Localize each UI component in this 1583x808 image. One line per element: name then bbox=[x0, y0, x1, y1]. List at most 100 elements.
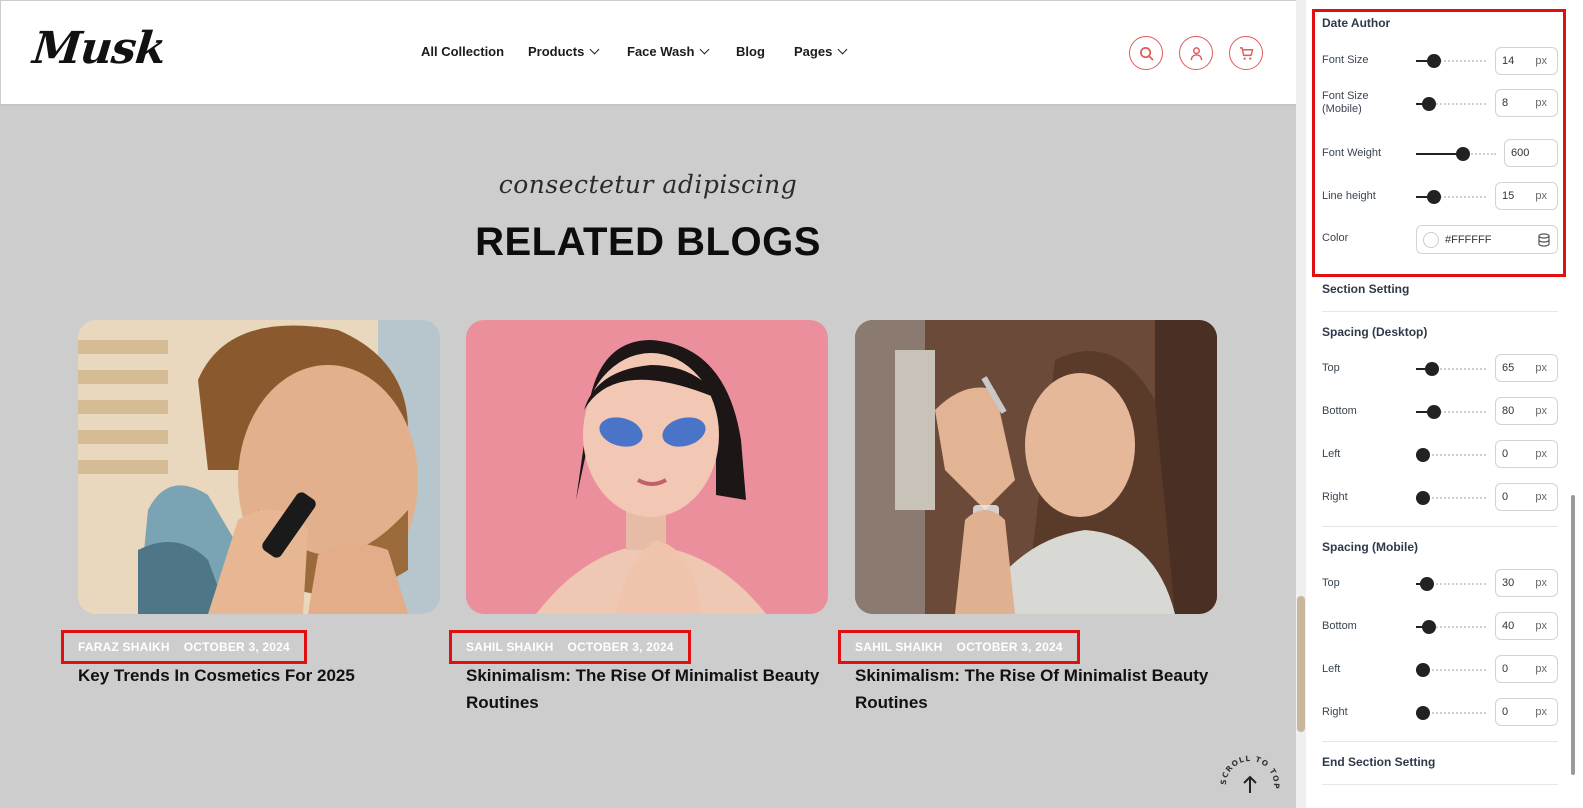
field-value: 0 bbox=[1502, 663, 1509, 675]
woman-serum-dropper-photo bbox=[855, 320, 1217, 614]
field-unit: px bbox=[1535, 706, 1547, 718]
field-value: 0 bbox=[1502, 448, 1509, 460]
blog-card-image[interactable] bbox=[78, 320, 440, 614]
site-preview: Musk All Collection Products Face Wash B… bbox=[0, 0, 1296, 808]
field-value: 80 bbox=[1502, 405, 1515, 417]
search-button[interactable] bbox=[1129, 36, 1163, 70]
nav-blog[interactable]: Blog bbox=[736, 44, 765, 59]
card-author: FARAZ SHAIKH bbox=[78, 640, 170, 654]
scrollbar-thumb[interactable] bbox=[1297, 596, 1305, 732]
slider-knob[interactable] bbox=[1420, 577, 1434, 591]
field-unit: px bbox=[1535, 448, 1547, 460]
scroll-to-top-button[interactable]: SCROLL TO TOP bbox=[1219, 754, 1280, 808]
font-size-mobile-slider[interactable] bbox=[1416, 97, 1486, 111]
field-unit: px bbox=[1535, 405, 1547, 417]
nav-face-wash[interactable]: Face Wash bbox=[627, 44, 710, 59]
field-unit: px bbox=[1535, 190, 1547, 202]
blog-card[interactable]: FARAZ SHAIKH OCTOBER 3, 2024 Key Trends … bbox=[61, 320, 440, 685]
slider-knob[interactable] bbox=[1456, 147, 1470, 161]
slider-knob[interactable] bbox=[1425, 362, 1439, 376]
mobile-bottom-label: Bottom bbox=[1322, 620, 1357, 632]
card-author: SAHIL SHAIKH bbox=[855, 640, 943, 654]
section-setting-title: Section Setting bbox=[1322, 282, 1410, 296]
blog-card-image[interactable] bbox=[466, 320, 828, 614]
mobile-top-input[interactable]: 30 px bbox=[1495, 569, 1558, 597]
mobile-right-input[interactable]: 0 px bbox=[1495, 698, 1558, 726]
font-weight-input[interactable]: 600 bbox=[1504, 139, 1558, 167]
font-size-mobile-label: Font Size (Mobile) bbox=[1322, 90, 1369, 115]
user-icon bbox=[1190, 46, 1202, 60]
color-hex-value: #FFFFFF bbox=[1445, 234, 1492, 246]
panel-scrollbar[interactable] bbox=[1571, 495, 1575, 775]
date-author-meta[interactable]: FARAZ SHAIKH OCTOBER 3, 2024 bbox=[61, 630, 307, 664]
blog-card-image[interactable] bbox=[855, 320, 1217, 614]
cart-icon bbox=[1239, 46, 1253, 60]
slider-knob[interactable] bbox=[1422, 620, 1436, 634]
mobile-left-slider[interactable] bbox=[1416, 663, 1486, 677]
blog-card[interactable]: SAHIL SHAIKH OCTOBER 3, 2024 Skinimalism… bbox=[838, 320, 1217, 712]
section-title: RELATED BLOGS bbox=[475, 220, 821, 264]
color-label: Color bbox=[1322, 232, 1349, 244]
mobile-top-slider[interactable] bbox=[1416, 577, 1486, 591]
field-value: 30 bbox=[1502, 577, 1515, 589]
field-unit: px bbox=[1535, 663, 1547, 675]
blog-card-title[interactable]: Skinimalism: The Rise Of Minimalist Beau… bbox=[855, 662, 1217, 716]
date-author-meta[interactable]: SAHIL SHAIKH OCTOBER 3, 2024 bbox=[449, 630, 691, 664]
mobile-left-input[interactable]: 0 px bbox=[1495, 655, 1558, 683]
slider-knob[interactable] bbox=[1416, 663, 1430, 677]
font-size-input[interactable]: 14 px bbox=[1495, 47, 1558, 75]
preview-scrollbar[interactable] bbox=[1296, 0, 1306, 808]
desktop-right-input[interactable]: 0 px bbox=[1495, 483, 1558, 511]
nav-products[interactable]: Products bbox=[528, 44, 600, 59]
desktop-left-slider[interactable] bbox=[1416, 448, 1486, 462]
cart-button[interactable] bbox=[1229, 36, 1263, 70]
nav-pages[interactable]: Pages bbox=[794, 44, 848, 59]
font-weight-slider[interactable] bbox=[1416, 147, 1496, 161]
desktop-left-input[interactable]: 0 px bbox=[1495, 440, 1558, 468]
arrow-up-icon bbox=[1243, 775, 1257, 793]
date-author-meta[interactable]: SAHIL SHAIKH OCTOBER 3, 2024 bbox=[838, 630, 1080, 664]
desktop-top-input[interactable]: 65 px bbox=[1495, 354, 1558, 382]
search-icon bbox=[1139, 46, 1153, 60]
desktop-right-slider[interactable] bbox=[1416, 491, 1486, 505]
desktop-bottom-slider[interactable] bbox=[1416, 405, 1486, 419]
chevron-down-icon bbox=[837, 44, 848, 55]
line-height-slider[interactable] bbox=[1416, 190, 1486, 204]
card-date: OCTOBER 3, 2024 bbox=[183, 640, 290, 654]
color-picker[interactable]: #FFFFFF bbox=[1416, 225, 1558, 254]
divider bbox=[1322, 526, 1558, 527]
desktop-top-slider[interactable] bbox=[1416, 362, 1486, 376]
slider-knob[interactable] bbox=[1416, 706, 1430, 720]
desktop-left-label: Left bbox=[1322, 448, 1341, 460]
font-size-slider[interactable] bbox=[1416, 54, 1486, 68]
nav-label: Blog bbox=[736, 44, 765, 59]
blog-card[interactable]: SAHIL SHAIKH OCTOBER 3, 2024 Skinimalism… bbox=[449, 320, 828, 712]
site-logo[interactable]: Musk bbox=[30, 23, 167, 74]
slider-knob[interactable] bbox=[1427, 190, 1441, 204]
blog-card-title[interactable]: Key Trends In Cosmetics For 2025 bbox=[78, 662, 440, 689]
line-height-input[interactable]: 15 px bbox=[1495, 182, 1558, 210]
slider-knob[interactable] bbox=[1427, 405, 1441, 419]
desktop-bottom-label: Bottom bbox=[1322, 405, 1357, 417]
slider-knob[interactable] bbox=[1427, 54, 1441, 68]
mobile-bottom-input[interactable]: 40 px bbox=[1495, 612, 1558, 640]
nav-all-collection[interactable]: All Collection bbox=[421, 44, 504, 59]
mobile-right-slider[interactable] bbox=[1416, 706, 1486, 720]
field-unit: px bbox=[1535, 97, 1547, 109]
global-color-icon[interactable] bbox=[1538, 233, 1550, 247]
field-value: 0 bbox=[1502, 706, 1509, 718]
slider-knob[interactable] bbox=[1416, 448, 1430, 462]
spacing-mobile-title: Spacing (Mobile) bbox=[1322, 540, 1418, 554]
font-size-mobile-input[interactable]: 8 px bbox=[1495, 89, 1558, 117]
color-swatch[interactable] bbox=[1423, 232, 1439, 248]
blog-card-title[interactable]: Skinimalism: The Rise Of Minimalist Beau… bbox=[466, 662, 828, 716]
end-section-setting-title: End Section Setting bbox=[1322, 755, 1436, 769]
slider-knob[interactable] bbox=[1416, 491, 1430, 505]
account-button[interactable] bbox=[1179, 36, 1213, 70]
desktop-bottom-input[interactable]: 80 px bbox=[1495, 397, 1558, 425]
slider-knob[interactable] bbox=[1422, 97, 1436, 111]
woman-eye-patches-photo bbox=[466, 320, 828, 614]
mobile-bottom-slider[interactable] bbox=[1416, 620, 1486, 634]
field-unit: px bbox=[1535, 55, 1547, 67]
mobile-right-label: Right bbox=[1322, 706, 1348, 718]
